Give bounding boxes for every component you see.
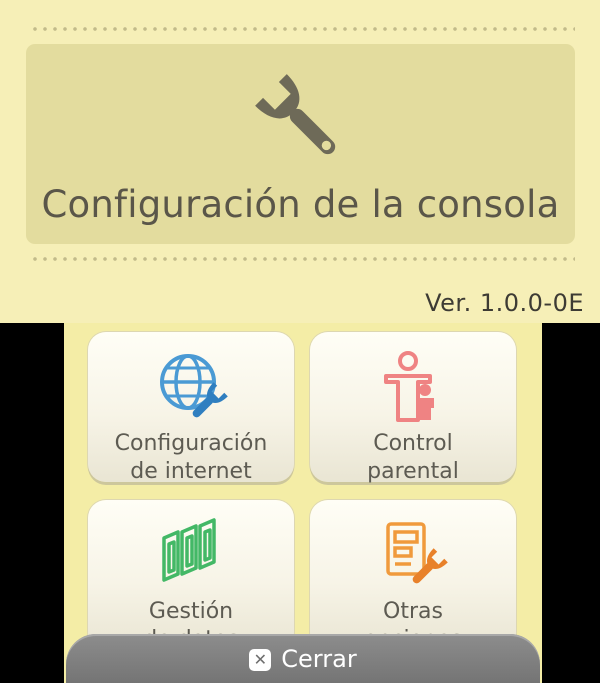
dotted-divider-top <box>30 27 575 31</box>
tile-label: Control parental <box>367 431 459 484</box>
parental-controls-button[interactable]: Control parental <box>310 332 516 484</box>
version-label: Ver. 1.0.0-0E <box>425 289 584 317</box>
close-button-label: Cerrar <box>281 645 357 673</box>
top-screen: Configuración de la consola Ver. 1.0.0-0… <box>0 0 600 323</box>
data-management-button[interactable]: Gestión de datos <box>88 500 294 652</box>
x-button-icon: ✕ <box>249 649 272 671</box>
other-options-button[interactable]: Otras opciones <box>310 500 516 652</box>
page-title: Configuración de la consola <box>41 183 560 226</box>
parental-figures-icon <box>384 351 434 422</box>
tile-label: Configuración de internet <box>114 431 268 484</box>
globe-wrench-icon <box>160 354 228 418</box>
dotted-divider-bottom <box>30 257 575 261</box>
wrench-icon <box>255 74 336 155</box>
bottom-screen: Configuración de internet Control parent… <box>64 323 542 683</box>
options-wrench-icon <box>386 522 448 584</box>
internet-settings-button[interactable]: Configuración de internet <box>88 332 294 484</box>
close-button[interactable]: ✕ Cerrar <box>66 634 540 683</box>
data-cards-icon <box>162 518 216 582</box>
